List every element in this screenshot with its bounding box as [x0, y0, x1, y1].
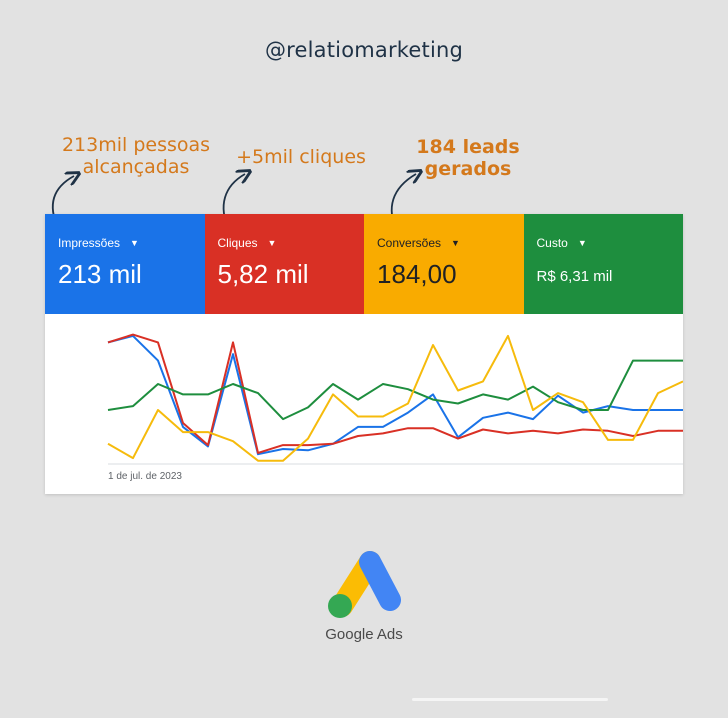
metric-label-text: Cliques — [217, 236, 258, 250]
metric-tile-cost[interactable]: Custo ▼ R$ 6,31 mil — [523, 214, 683, 314]
caret-down-icon: ▼ — [577, 238, 587, 248]
home-indicator — [412, 698, 608, 701]
metric-value-cost: R$ 6,31 mil — [536, 268, 613, 285]
metric-value-conversions: 184,00 — [377, 259, 457, 289]
metric-label-text: Conversões — [377, 236, 442, 250]
metric-label-impressions[interactable]: Impressões ▼ — [58, 236, 139, 250]
metric-label-conversions[interactable]: Conversões ▼ — [377, 236, 460, 250]
metric-tiles: Impressões ▼ 213 mil Cliques ▼ 5,82 mil … — [45, 214, 683, 314]
caret-down-icon: ▼ — [267, 238, 277, 248]
metric-value-clicks: 5,82 mil — [217, 259, 309, 289]
performance-line-chart — [107, 333, 683, 465]
caret-down-icon: ▼ — [451, 238, 460, 248]
metric-label-text: Impressões — [58, 236, 121, 250]
metric-label-clicks[interactable]: Cliques ▼ — [218, 236, 277, 250]
series-line-3 — [107, 334, 683, 462]
caret-down-icon: ▼ — [130, 238, 139, 248]
metric-label-cost[interactable]: Custo ▼ — [537, 236, 587, 250]
x-axis-start-label: 1 de jul. de 2023 — [108, 471, 182, 482]
metric-tile-impressions[interactable]: Impressões ▼ 213 mil — [45, 214, 205, 314]
metric-label-text: Custo — [536, 236, 568, 250]
metric-tile-clicks[interactable]: Cliques ▼ 5,82 mil — [204, 214, 364, 314]
google-ads-logo — [328, 551, 401, 618]
google-ads-overview-card: Impressões ▼ 213 mil Cliques ▼ 5,82 mil … — [45, 214, 683, 494]
google-ads-wordmark: Google Ads — [325, 626, 403, 643]
metric-value-impressions: 213 mil — [58, 259, 142, 289]
metric-tile-conversions[interactable]: Conversões ▼ 184,00 — [364, 214, 524, 314]
